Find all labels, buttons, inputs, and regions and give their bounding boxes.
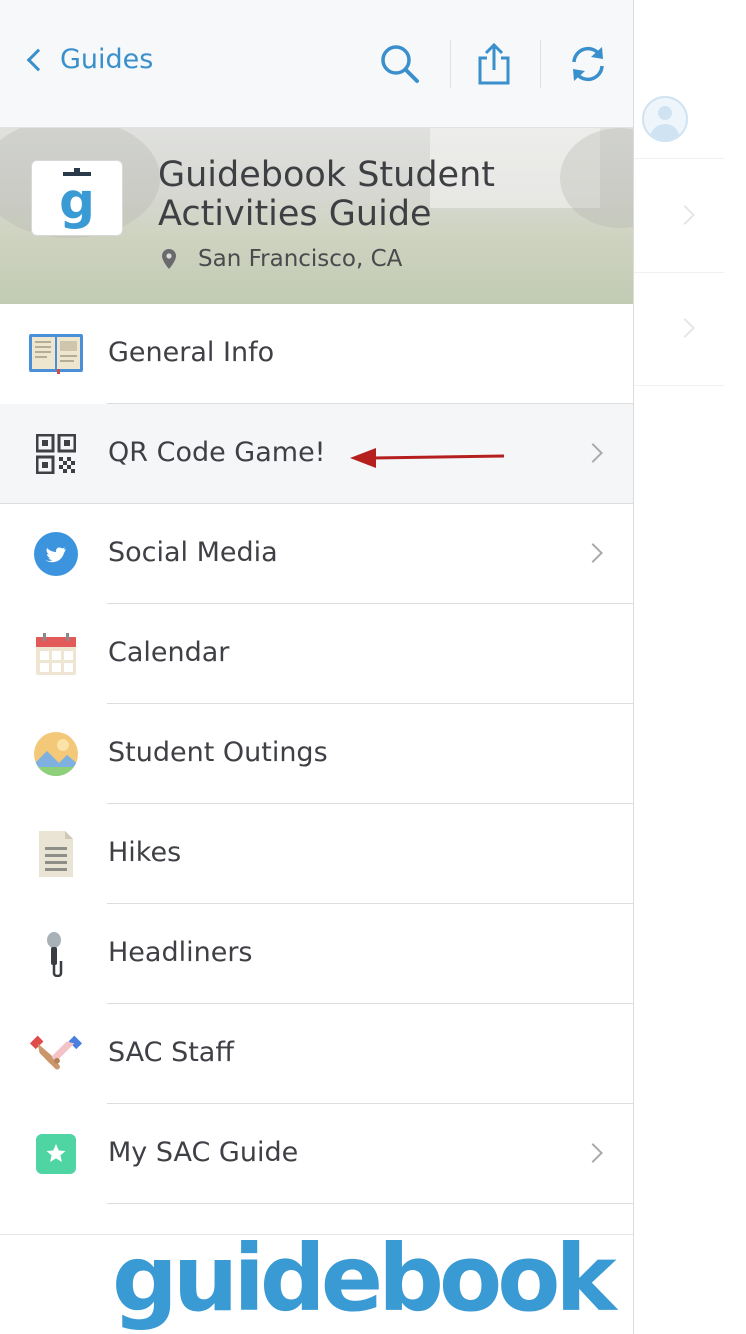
qr-code-icon — [28, 426, 84, 482]
calendar-icon — [28, 626, 84, 682]
chevron-right-icon — [583, 543, 603, 563]
chevron-left-icon — [26, 48, 50, 71]
background-panel — [634, 0, 746, 1334]
handshake-icon — [28, 1026, 84, 1082]
menu-item-label: SAC Staff — [108, 1037, 234, 1068]
divider — [634, 272, 724, 273]
guide-title: Guidebook Student Activities Guide — [158, 156, 618, 234]
menu-item-social-media[interactable]: Social Media — [0, 504, 633, 604]
side-drawer: Guides g Guidebook Student Activities Gu… — [0, 0, 634, 1334]
logo-letter: g — [59, 172, 95, 230]
star-icon — [28, 1126, 84, 1182]
menu-item-label: QR Code Game! — [108, 437, 326, 468]
menu-item-qr-code-game[interactable]: QR Code Game! — [0, 404, 633, 504]
chevron-right-icon[interactable] — [675, 205, 695, 225]
guidebook-wordmark: guidebook — [112, 1225, 617, 1332]
back-button[interactable]: Guides — [24, 44, 153, 75]
menu-item-my-sac-guide[interactable]: My SAC Guide — [0, 1104, 633, 1204]
guide-logo: g — [31, 160, 123, 236]
menu-item-label: Hikes — [108, 837, 182, 868]
back-label: Guides — [60, 44, 154, 75]
microphone-icon — [28, 926, 84, 982]
guidebook-logo-icon: g — [59, 168, 95, 230]
refresh-button[interactable] — [564, 40, 612, 88]
menu-item-hikes[interactable]: Hikes — [0, 804, 633, 904]
chevron-right-icon — [583, 1143, 603, 1163]
menu-item-label: Calendar — [108, 637, 230, 668]
search-button[interactable] — [376, 40, 424, 88]
divider — [634, 158, 724, 159]
nav-bar: Guides — [0, 0, 633, 128]
menu-item-label: Social Media — [108, 537, 278, 568]
menu-item-label: Headliners — [108, 937, 253, 968]
share-button[interactable] — [470, 40, 518, 88]
menu-item-calendar[interactable]: Calendar — [0, 604, 633, 704]
user-avatar-icon[interactable] — [642, 96, 688, 142]
guide-header: g Guidebook Student Activities Guide San… — [0, 128, 633, 304]
refresh-icon — [572, 46, 604, 82]
guide-title-line2: Activities Guide — [158, 194, 432, 234]
search-icon — [381, 45, 419, 83]
twitter-icon — [28, 526, 84, 582]
guide-location: San Francisco, CA — [160, 246, 402, 272]
share-icon — [478, 42, 510, 85]
guide-menu: General Info QR Code Game! Social Media … — [0, 304, 633, 1204]
menu-item-label: My SAC Guide — [108, 1137, 299, 1168]
location-pin-icon — [162, 249, 176, 269]
guide-title-line1: Guidebook Student — [158, 155, 495, 195]
menu-item-headliners[interactable]: Headliners — [0, 904, 633, 1004]
toolbar-divider — [450, 40, 451, 88]
location-text: San Francisco, CA — [198, 246, 403, 272]
chevron-right-icon[interactable] — [675, 318, 695, 338]
chevron-right-icon — [583, 443, 603, 463]
menu-item-label: General Info — [108, 337, 275, 368]
annotation-arrow-icon — [350, 448, 505, 468]
menu-item-general-info[interactable]: General Info — [0, 304, 633, 404]
toolbar-divider — [540, 40, 541, 88]
footer: guidebook — [0, 1229, 633, 1334]
divider — [634, 385, 724, 386]
menu-item-student-outings[interactable]: Student Outings — [0, 704, 633, 804]
document-icon — [28, 826, 84, 882]
menu-item-label: Student Outings — [108, 737, 328, 768]
row-divider — [107, 1203, 633, 1204]
menu-item-sac-staff[interactable]: SAC Staff — [0, 1004, 633, 1104]
landscape-icon — [28, 726, 84, 782]
book-icon — [28, 326, 84, 382]
